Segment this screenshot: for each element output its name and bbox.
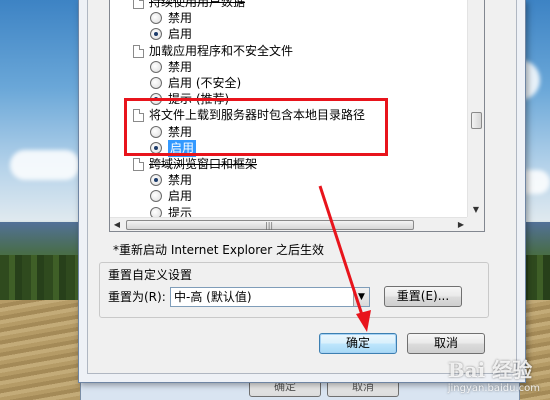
radio-icon[interactable] bbox=[150, 60, 162, 73]
vertical-scroll-thumb[interactable] bbox=[471, 112, 482, 129]
scroll-right-arrow-icon[interactable]: ▶ bbox=[454, 218, 468, 231]
vertical-scrollbar[interactable]: ▼ bbox=[467, 0, 484, 218]
reset-level-value: 中-高 (默认值) bbox=[174, 290, 252, 304]
horizontal-scroll-thumb[interactable]: ||| bbox=[126, 220, 414, 230]
setting-option-label[interactable]: 禁用 bbox=[168, 172, 192, 189]
setting-option-label[interactable]: 禁用 bbox=[168, 10, 192, 27]
setting-heading-label: 跨域浏览窗口和框架 bbox=[149, 157, 258, 171]
watermark: Bai 经验 jingyan.baidu.com bbox=[448, 354, 540, 394]
radio-selected-icon[interactable] bbox=[150, 28, 162, 41]
radio-selected-icon[interactable] bbox=[150, 174, 162, 187]
security-settings-dialog: 持续使用用户数据 禁用 启用 加载应用程序和不安全文件 禁用 启用 (不安全) 提示 (推荐… bbox=[78, 0, 526, 383]
radio-icon[interactable] bbox=[150, 190, 162, 203]
reset-button[interactable]: 重置(E)... bbox=[384, 286, 462, 307]
annotation-highlight-box bbox=[124, 98, 388, 156]
reset-level-select[interactable]: 中-高 (默认值) ▼ bbox=[170, 287, 370, 307]
ok-button[interactable]: 确定 bbox=[319, 333, 397, 354]
cancel-button[interactable]: 取消 bbox=[407, 333, 485, 354]
watermark-logo: Bai 经验 bbox=[447, 358, 533, 382]
watermark-url: jingyan.baidu.com bbox=[447, 383, 540, 394]
radio-icon[interactable] bbox=[150, 12, 162, 25]
setting-option-label[interactable]: 启用 bbox=[168, 188, 192, 205]
custom-reset-group-title: 重置自定义设置 bbox=[108, 268, 193, 282]
reset-to-label: 重置为(R): bbox=[108, 290, 166, 304]
document-icon bbox=[133, 158, 144, 171]
setting-heading-label: 持续使用用户数据 bbox=[149, 0, 246, 9]
radio-icon[interactable] bbox=[150, 77, 162, 89]
setting-heading-label: 加载应用程序和不安全文件 bbox=[149, 43, 294, 58]
restart-note: *重新启动 Internet Explorer 之后生效 bbox=[113, 243, 325, 257]
scroll-left-arrow-icon[interactable]: ◀ bbox=[110, 218, 124, 231]
setting-option-label[interactable]: 启用 (不安全) bbox=[168, 75, 241, 92]
chevron-down-icon[interactable]: ▼ bbox=[353, 288, 369, 306]
setting-option-label[interactable]: 启用 bbox=[168, 26, 192, 43]
scroll-down-arrow-icon[interactable]: ▼ bbox=[468, 202, 484, 218]
document-icon bbox=[133, 44, 144, 58]
setting-option-label[interactable]: 提示 bbox=[168, 205, 192, 218]
scrollbar-corner bbox=[467, 217, 484, 231]
document-icon bbox=[133, 0, 144, 9]
setting-option-label[interactable]: 禁用 bbox=[168, 59, 192, 76]
horizontal-scrollbar[interactable]: ◀ ||| ▶ bbox=[110, 217, 468, 231]
custom-reset-group: 重置自定义设置 重置为(R): 中-高 (默认值) ▼ 重置(E)... bbox=[99, 262, 489, 318]
scroll-grip-icon: ||| bbox=[265, 221, 274, 230]
